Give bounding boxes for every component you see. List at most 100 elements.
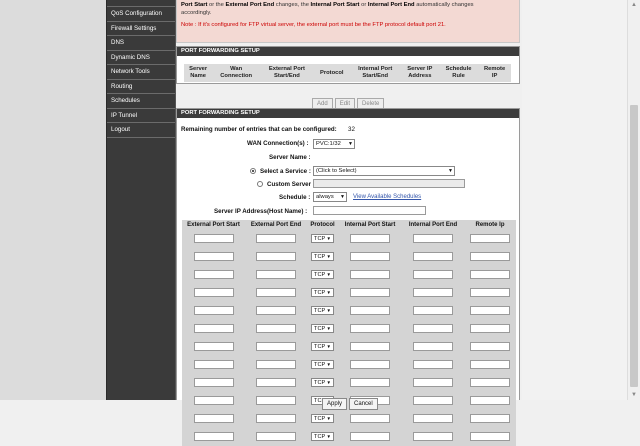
protocol-select[interactable]: TCP ▼ [311,378,334,388]
internal-port-start-input[interactable] [350,414,390,424]
internal-port-end-input[interactable] [413,432,453,442]
internal-port-start-input[interactable] [350,360,390,370]
internal-port-end-input[interactable] [413,414,453,424]
sidebar-item-dns[interactable]: DNS [107,36,175,51]
grid-cell [245,428,307,446]
internal-port-start-input[interactable] [350,306,390,316]
protocol-select[interactable]: TCP ▼ [311,324,334,334]
external-port-start-input[interactable] [193,432,234,442]
remote-ip-input[interactable] [470,324,510,334]
internal-port-end-input[interactable] [413,252,453,262]
custom-server-input[interactable] [313,179,465,188]
server-ip-input[interactable] [313,206,426,215]
external-port-end-input[interactable] [256,270,296,280]
internal-port-start-input[interactable] [350,324,390,334]
external-port-end-input[interactable] [256,414,296,424]
external-port-start-input[interactable] [193,378,234,388]
sidebar-item-schedules[interactable]: Schedules [107,94,175,109]
wan-connection-select[interactable]: PVC:1/32 ▼ [313,139,355,149]
external-port-start-input[interactable] [193,234,234,244]
remote-ip-input[interactable] [470,414,510,424]
protocol-select[interactable]: TCP ▼ [311,270,334,280]
internal-port-end-input[interactable] [413,288,453,298]
external-port-end-input[interactable] [256,396,296,406]
external-port-start-input[interactable] [193,324,234,334]
protocol-select[interactable]: TCP ▼ [311,234,334,244]
custom-server-radio[interactable] [257,181,263,187]
sidebar-item-qos[interactable]: QoS Configuration [107,7,175,22]
view-schedules-link[interactable]: View Available Schedules [353,194,421,200]
external-port-end-input[interactable] [256,288,296,298]
external-port-end-input[interactable] [256,234,296,244]
external-port-start-input[interactable] [193,396,234,406]
remote-ip-input[interactable] [470,306,510,316]
protocol-select[interactable]: TCP ▼ [311,342,334,352]
external-port-end-input[interactable] [256,324,296,334]
external-port-start-input[interactable] [193,342,234,352]
grid-cell [245,320,307,338]
external-port-start-input[interactable] [193,252,234,262]
internal-port-end-input[interactable] [413,378,453,388]
schedule-select[interactable]: always ▼ [313,192,347,202]
internal-port-start-input[interactable] [350,234,390,244]
internal-port-start-input[interactable] [350,270,390,280]
external-port-start-input[interactable] [193,414,234,424]
sidebar-item-network-tools[interactable]: Network Tools [107,65,175,80]
external-port-end-input[interactable] [256,342,296,352]
scrollbar-thumb[interactable] [630,105,638,387]
internal-port-start-input[interactable] [350,342,390,352]
external-port-end-input[interactable] [256,378,296,388]
select-service-radio[interactable] [250,168,256,174]
protocol-select[interactable]: TCP ▼ [311,252,334,262]
internal-port-end-input[interactable] [413,234,453,244]
sidebar-item-ip-tunnel[interactable]: IP Tunnel [107,109,175,123]
sidebar-item-firewall[interactable]: Firewall Settings [107,22,175,36]
external-port-end-input[interactable] [256,306,296,316]
external-port-start-input[interactable] [193,288,234,298]
remote-ip-input[interactable] [470,270,510,280]
remote-ip-input[interactable] [470,396,510,406]
remote-ip-input[interactable] [470,234,510,244]
external-port-end-input[interactable] [256,432,296,442]
remote-ip-input[interactable] [470,342,510,352]
internal-port-start-input[interactable] [350,252,390,262]
internal-port-start-input[interactable] [350,288,390,298]
sidebar-item-dynamic-dns[interactable]: Dynamic DNS [107,51,175,65]
external-port-end-input[interactable] [256,360,296,370]
grid-cell [402,338,464,356]
list-column-header: External Port Start/End [268,66,305,79]
protocol-select[interactable]: TCP ▼ [311,288,334,298]
grid-cell [402,248,464,266]
protocol-select[interactable]: TCP ▼ [311,432,334,442]
scroll-down-arrow-icon[interactable]: ▼ [628,390,640,400]
protocol-select[interactable]: TCP ▼ [311,360,334,370]
protocol-select[interactable]: TCP ▼ [311,414,334,424]
internal-port-start-input[interactable] [350,432,390,442]
internal-port-end-input[interactable] [413,270,453,280]
external-port-start-input[interactable] [193,360,234,370]
remote-ip-input[interactable] [470,378,510,388]
remote-ip-input[interactable] [470,252,510,262]
external-port-start-input[interactable] [193,306,234,316]
vertical-scrollbar[interactable]: ▲ ▼ [627,0,640,400]
scroll-up-arrow-icon[interactable]: ▲ [628,0,640,10]
external-port-start-input[interactable] [193,270,234,280]
remote-ip-input[interactable] [470,360,510,370]
protocol-select[interactable]: TCP ▼ [311,306,334,316]
internal-port-start-input[interactable] [350,378,390,388]
internal-port-end-input[interactable] [413,306,453,316]
chevron-down-icon: ▼ [325,326,331,332]
internal-port-end-input[interactable] [413,396,453,406]
internal-port-end-input[interactable] [413,342,453,352]
list-column-header: Internal Port Start/End [358,66,393,79]
internal-port-end-input[interactable] [413,324,453,334]
remote-ip-input[interactable] [470,288,510,298]
sidebar-item-routing[interactable]: Routing [107,80,175,94]
external-port-end-input[interactable] [256,252,296,262]
grid-column-header: Internal Port End [408,222,458,228]
grid-cell [338,230,402,248]
remote-ip-input[interactable] [470,432,510,442]
sidebar-item-logout[interactable]: Logout [107,123,175,138]
internal-port-end-input[interactable] [413,360,453,370]
service-select[interactable]: (Click to Select) ▼ [313,166,455,176]
